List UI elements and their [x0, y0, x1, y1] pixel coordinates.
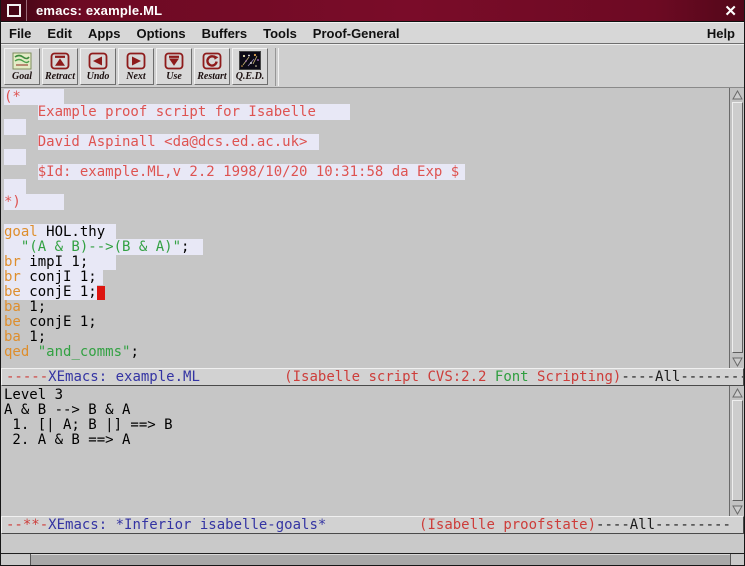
- window-title: emacs: example.ML: [27, 3, 717, 18]
- hscroll-thumb[interactable]: [31, 554, 730, 566]
- restart-button[interactable]: Restart: [194, 48, 230, 85]
- code-line: [4, 180, 726, 195]
- next-icon: [126, 50, 146, 71]
- code-line: Example proof script for Isabelle: [4, 105, 726, 120]
- retract-button[interactable]: Retract: [42, 48, 78, 85]
- hscroll-left-box[interactable]: [1, 554, 31, 566]
- scroll-up-icon[interactable]: [730, 88, 744, 101]
- close-button[interactable]: ✕: [717, 2, 744, 20]
- modeline-script: -----XEmacs: example.ML (Isabelle script…: [1, 368, 744, 386]
- goals-buffer-text: Level 3A & B --> B & A 1. [| A; B |] ==>…: [1, 386, 744, 448]
- menu-proof-general[interactable]: Proof-General: [305, 23, 408, 43]
- menu-buffers[interactable]: Buffers: [194, 23, 256, 43]
- undo-button-label: Undo: [87, 71, 110, 82]
- code-line: goal HOL.thy: [4, 225, 726, 240]
- code-line: br conjI 1;: [4, 270, 726, 285]
- use-icon: [164, 50, 184, 71]
- script-buffer-text: (* Example proof script for Isabelle Dav…: [1, 88, 744, 360]
- next-button[interactable]: Next: [118, 48, 154, 85]
- code-line: (*: [4, 90, 726, 105]
- toolbar-separator: [275, 48, 279, 86]
- goal-icon: [12, 50, 32, 71]
- goals-buffer[interactable]: Level 3A & B --> B & A 1. [| A; B |] ==>…: [1, 386, 744, 516]
- scrollbar-thumb[interactable]: [732, 102, 743, 353]
- qed-icon: [239, 50, 261, 71]
- horizontal-scrollbar[interactable]: [1, 553, 744, 566]
- modeline-goals: --**-XEmacs: *Inferior isabelle-goals* (…: [1, 516, 744, 534]
- goals-line: Level 3: [4, 388, 726, 403]
- goals-line: A & B --> B & A: [4, 403, 726, 418]
- code-line: be conjE 1;: [4, 315, 726, 330]
- qed-button[interactable]: Q.E.D.: [232, 48, 268, 85]
- code-line: [4, 210, 726, 225]
- menu-apps[interactable]: Apps: [80, 23, 129, 43]
- code-line: $Id: example.ML,v 2.2 1998/10/20 10:31:5…: [4, 165, 726, 180]
- code-line: ba 1;: [4, 300, 726, 315]
- goals-scrollbar[interactable]: [729, 386, 744, 516]
- goals-line: 2. A & B ==> A: [4, 433, 726, 448]
- undo-button[interactable]: Undo: [80, 48, 116, 85]
- code-line: be conjE 1;: [4, 285, 726, 300]
- scroll-up-icon[interactable]: [730, 386, 744, 399]
- toolbar: Goal Retract Undo: [1, 44, 744, 88]
- xemacs-window: emacs: example.ML ✕ File Edit Apps Optio…: [0, 0, 745, 566]
- code-line: [4, 150, 726, 165]
- menu-tools[interactable]: Tools: [255, 23, 305, 43]
- hscroll-right-box[interactable]: [730, 554, 744, 566]
- undo-icon: [88, 50, 108, 71]
- restart-button-label: Restart: [197, 71, 226, 82]
- goal-button-label: Goal: [12, 71, 32, 82]
- menu-file[interactable]: File: [1, 23, 39, 43]
- retract-icon: [50, 50, 70, 71]
- code-line: ba 1;: [4, 330, 726, 345]
- use-button-label: Use: [166, 71, 182, 82]
- scrollbar-thumb[interactable]: [732, 400, 743, 501]
- code-line: *): [4, 195, 726, 210]
- goals-line: 1. [| A; B |] ==> B: [4, 418, 726, 433]
- text-cursor: [97, 286, 105, 300]
- window-menu-button[interactable]: [1, 0, 27, 21]
- code-line: [4, 120, 726, 135]
- window-menu-icon: [7, 4, 21, 17]
- script-scrollbar[interactable]: [729, 88, 744, 368]
- retract-button-label: Retract: [45, 71, 75, 82]
- goal-button[interactable]: Goal: [4, 48, 40, 85]
- code-line: "(A & B)-->(B & A)";: [4, 240, 726, 255]
- menu-options[interactable]: Options: [128, 23, 193, 43]
- menubar: File Edit Apps Options Buffers Tools Pro…: [1, 22, 744, 44]
- qed-button-label: Q.E.D.: [236, 71, 265, 82]
- use-button[interactable]: Use: [156, 48, 192, 85]
- scroll-down-icon[interactable]: [730, 355, 744, 368]
- code-line: br impI 1;: [4, 255, 726, 270]
- titlebar: emacs: example.ML ✕: [1, 0, 744, 22]
- code-line: qed "and_comms";: [4, 345, 726, 360]
- scroll-down-icon[interactable]: [730, 503, 744, 516]
- minibuffer[interactable]: [1, 534, 744, 553]
- script-buffer[interactable]: (* Example proof script for Isabelle Dav…: [1, 88, 744, 368]
- menu-help[interactable]: Help: [698, 23, 744, 43]
- next-button-label: Next: [126, 71, 145, 82]
- code-line: David Aspinall <da@dcs.ed.ac.uk>: [4, 135, 726, 150]
- restart-icon: [202, 50, 222, 71]
- menu-edit[interactable]: Edit: [39, 23, 80, 43]
